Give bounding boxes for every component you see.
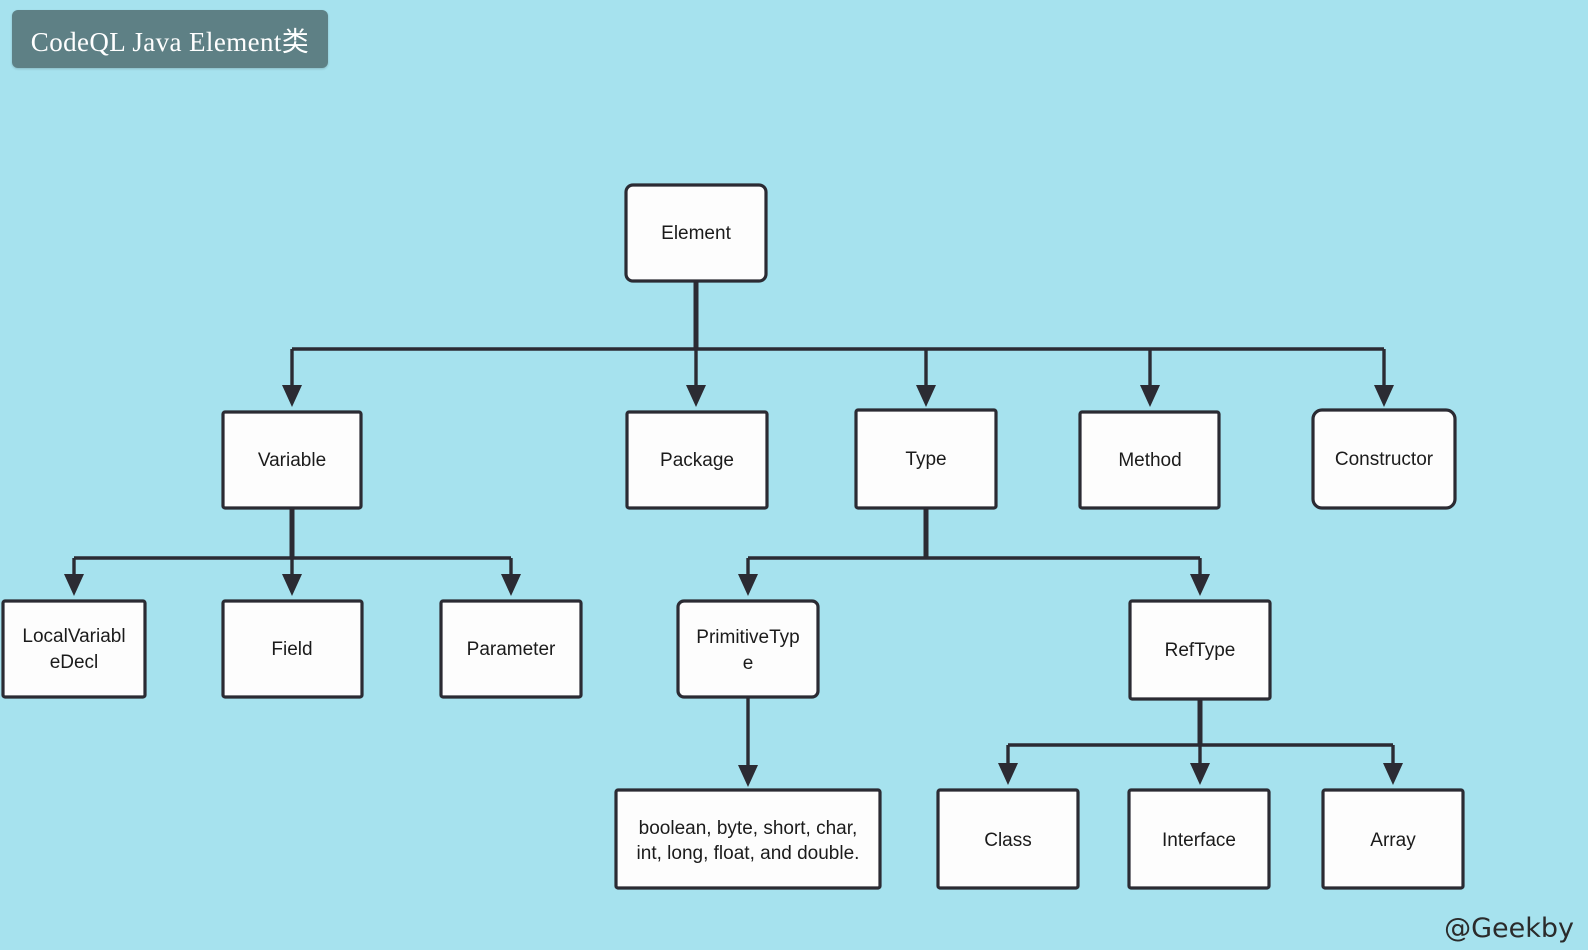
node-variable[interactable]: Variable (221, 410, 363, 510)
title-banner-text: CodeQL Java Element类 (30, 26, 310, 57)
node-field[interactable]: Field (221, 599, 364, 699)
node-primitive-list-label-line1: boolean, byte, short, char, (639, 818, 858, 839)
node-constructor-label: Constructor (1335, 449, 1434, 470)
node-primitivetype-label-line2: e (743, 653, 754, 674)
node-primitivetype-box[interactable] (676, 599, 820, 699)
node-interface[interactable]: Interface (1127, 788, 1271, 890)
title-banner: CodeQL Java Element类 (12, 10, 328, 68)
node-interface-label: Interface (1162, 830, 1236, 851)
node-element-label: Element (661, 223, 731, 244)
node-primitive-list-label-line2: int, long, float, and double. (637, 843, 860, 864)
node-localvariabledecl-box[interactable] (1, 599, 147, 699)
node-class[interactable]: Class (936, 788, 1080, 890)
diagram-canvas: Element Variable Package Type Method Con… (0, 0, 1588, 950)
node-localvariabledecl-label-line2: eDecl (50, 652, 99, 673)
node-method-label: Method (1118, 450, 1181, 471)
node-constructor[interactable]: Constructor (1311, 408, 1457, 510)
node-parameter-label: Parameter (467, 639, 556, 660)
node-primitivetype-label-line1: PrimitiveTyp (696, 627, 799, 648)
node-parameter[interactable]: Parameter (439, 599, 583, 699)
node-variable-label: Variable (258, 450, 326, 471)
node-package-label: Package (660, 450, 734, 471)
node-primitive-list[interactable]: boolean, byte, short, char, int, long, f… (614, 788, 882, 890)
node-reftype-label: RefType (1165, 640, 1236, 661)
node-array[interactable]: Array (1321, 788, 1465, 890)
node-class-label: Class (984, 830, 1032, 851)
node-localvariabledecl-label-line1: LocalVariabl (22, 626, 125, 647)
node-localvariabledecl[interactable]: LocalVariabl eDecl (1, 599, 147, 699)
node-primitivetype[interactable]: PrimitiveTyp e (676, 599, 820, 699)
node-method[interactable]: Method (1078, 410, 1221, 510)
node-package[interactable]: Package (625, 410, 769, 510)
watermark: @Geekby (1444, 913, 1574, 944)
node-element[interactable]: Element (624, 183, 768, 283)
node-type-label: Type (905, 449, 946, 470)
node-field-label: Field (271, 639, 312, 660)
node-array-label: Array (1370, 830, 1416, 851)
node-type[interactable]: Type (854, 408, 998, 510)
node-reftype[interactable]: RefType (1128, 599, 1272, 701)
